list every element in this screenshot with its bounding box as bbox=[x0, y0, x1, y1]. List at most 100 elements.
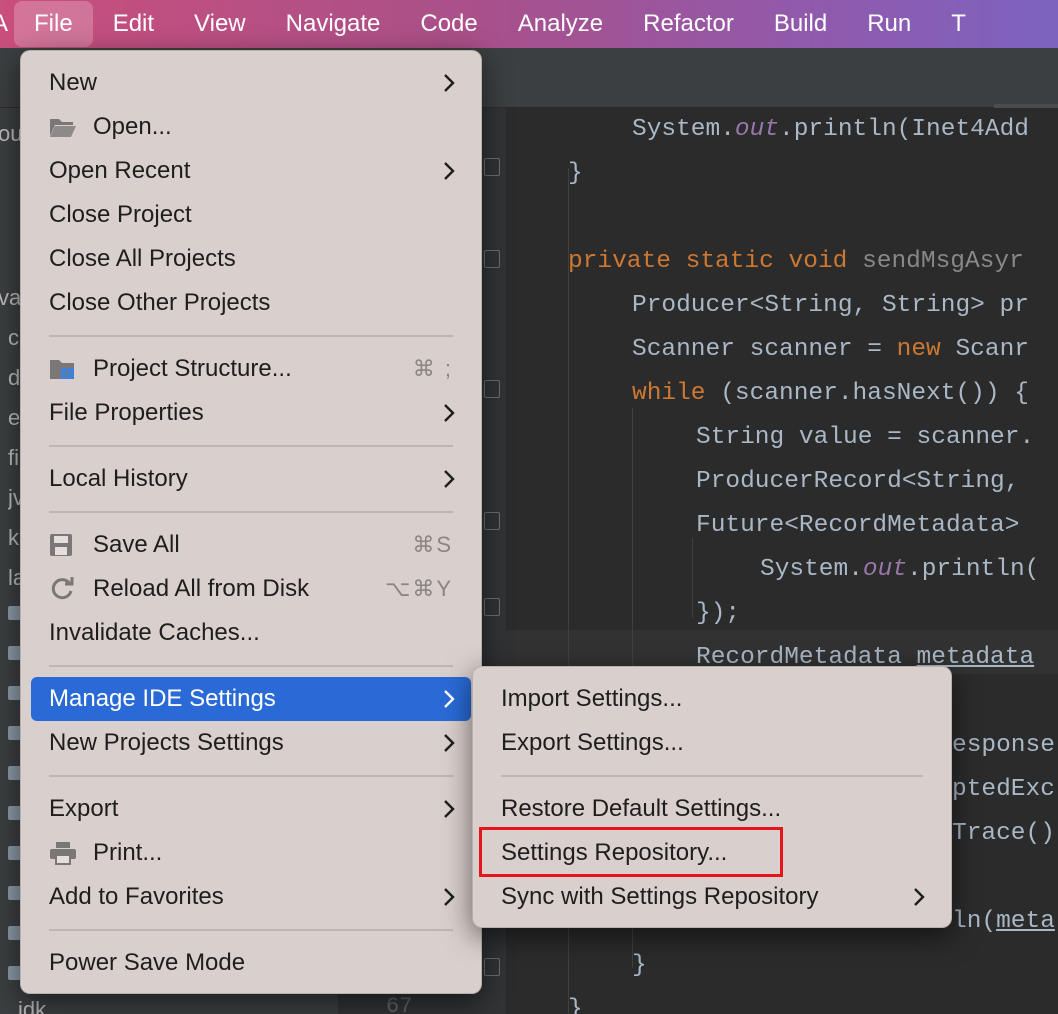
menu-item-label: Manage IDE Settings bbox=[49, 685, 276, 712]
menu-item-restore-default-settings[interactable]: Restore Default Settings... bbox=[483, 787, 941, 831]
chevron-right-icon bbox=[443, 149, 455, 193]
annotation-highlight-box bbox=[479, 827, 783, 877]
menu-item-label: Export Settings... bbox=[501, 729, 684, 756]
menu-item-label: Project Structure... bbox=[93, 355, 292, 382]
fold-marker-icon[interactable] bbox=[484, 598, 500, 616]
menu-file[interactable]: File bbox=[14, 1, 93, 47]
menu-item-shortcut: ⌘S bbox=[412, 532, 453, 557]
menu-item-export[interactable]: Export bbox=[31, 787, 471, 831]
code-line: Future<RecordMetadata> bbox=[696, 512, 1035, 539]
menu-item-open[interactable]: Open... bbox=[31, 105, 471, 149]
menu-code[interactable]: Code bbox=[400, 0, 497, 48]
menu-item-add-to-favorites[interactable]: Add to Favorites bbox=[31, 875, 471, 919]
code-line: while (scanner.hasNext()) { bbox=[632, 380, 1029, 407]
menu-run[interactable]: Run bbox=[847, 0, 931, 48]
menu-separator bbox=[49, 335, 453, 337]
menu-item-print[interactable]: Print... bbox=[31, 831, 471, 875]
menu-item-shortcut: ⌥⌘Y bbox=[384, 576, 453, 601]
project-structure-icon bbox=[49, 355, 83, 383]
chevron-right-icon bbox=[443, 61, 455, 105]
menu-item-power-save-mode[interactable]: Power Save Mode bbox=[31, 941, 471, 985]
code-line: ln(meta bbox=[952, 908, 1055, 935]
menu-tools[interactable]: T bbox=[931, 0, 986, 48]
code-line: private static void sendMsgAsyr bbox=[568, 248, 1024, 275]
menu-item-label: File Properties bbox=[49, 399, 204, 426]
code-line: Producer<String, String> pr bbox=[632, 292, 1029, 319]
reload-icon bbox=[49, 575, 83, 603]
code-line: }); bbox=[696, 600, 741, 627]
menu-item-local-history[interactable]: Local History bbox=[31, 457, 471, 501]
menu-item-label: Add to Favorites bbox=[49, 883, 224, 910]
chevron-right-icon bbox=[443, 677, 455, 721]
fold-marker-icon[interactable] bbox=[484, 958, 500, 976]
menu-item-save-all[interactable]: Save All ⌘S bbox=[31, 523, 471, 567]
save-icon bbox=[49, 531, 83, 559]
chevron-right-icon bbox=[443, 721, 455, 765]
menu-build[interactable]: Build bbox=[754, 0, 847, 48]
code-line: String value = scanner. bbox=[696, 424, 1035, 451]
menu-item-close-project[interactable]: Close Project bbox=[31, 193, 471, 237]
menu-item-open-recent[interactable]: Open Recent bbox=[31, 149, 471, 193]
fold-marker-icon[interactable] bbox=[484, 512, 500, 530]
menu-separator bbox=[49, 929, 453, 931]
menu-item-label: Save All bbox=[93, 531, 180, 558]
menu-item-import-settings[interactable]: Import Settings... bbox=[483, 677, 941, 721]
fold-marker-icon[interactable] bbox=[484, 158, 500, 176]
menu-edit[interactable]: Edit bbox=[93, 0, 174, 48]
menu-item-reload-all-from-disk[interactable]: Reload All from Disk ⌥⌘Y bbox=[31, 567, 471, 611]
menu-item-manage-ide-settings[interactable]: Manage IDE Settings bbox=[31, 677, 471, 721]
menu-separator bbox=[49, 665, 453, 667]
print-icon bbox=[49, 839, 83, 867]
manage-ide-settings-submenu: Import Settings... Export Settings... Re… bbox=[472, 666, 952, 928]
fold-marker-icon[interactable] bbox=[484, 250, 500, 268]
menu-separator bbox=[501, 775, 923, 777]
menu-item-shortcut: ⌘ ; bbox=[412, 356, 453, 381]
file-menu: New Open... Open Recent Close Project Cl… bbox=[20, 50, 482, 994]
menu-item-label: Restore Default Settings... bbox=[501, 795, 782, 822]
menu-item-label: Sync with Settings Repository bbox=[501, 883, 819, 910]
menu-app[interactable]: A bbox=[0, 0, 14, 48]
code-line: } bbox=[568, 996, 583, 1014]
menu-item-close-all-projects[interactable]: Close All Projects bbox=[31, 237, 471, 281]
menu-item-new[interactable]: New bbox=[31, 61, 471, 105]
code-line: System.out.println(Inet4Add bbox=[632, 116, 1029, 143]
menu-item-label: Open Recent bbox=[49, 157, 191, 184]
menu-separator bbox=[49, 445, 453, 447]
menu-item-label: Export bbox=[49, 795, 119, 822]
menu-item-label: Close Other Projects bbox=[49, 289, 271, 316]
chevron-right-icon bbox=[443, 457, 455, 501]
fold-marker-icon[interactable] bbox=[484, 380, 500, 398]
menu-item-project-structure[interactable]: Project Structure... ⌘ ; bbox=[31, 347, 471, 391]
code-line: Trace() bbox=[952, 820, 1055, 847]
menu-item-sync-with-settings-repository[interactable]: Sync with Settings Repository bbox=[483, 875, 941, 919]
code-line: } bbox=[632, 952, 647, 979]
menu-item-close-other-projects[interactable]: Close Other Projects bbox=[31, 281, 471, 325]
code-line: System.out.println( bbox=[760, 556, 1040, 583]
code-line: Scanner scanner = new Scanr bbox=[632, 336, 1029, 363]
menu-analyze[interactable]: Analyze bbox=[498, 0, 623, 48]
menu-item-label: New Projects Settings bbox=[49, 729, 284, 756]
menu-view[interactable]: View bbox=[174, 0, 266, 48]
chevron-right-icon bbox=[443, 391, 455, 435]
chevron-right-icon bbox=[443, 787, 455, 831]
menu-item-file-properties[interactable]: File Properties bbox=[31, 391, 471, 435]
folder-open-icon bbox=[49, 113, 83, 141]
menu-item-export-settings[interactable]: Export Settings... bbox=[483, 721, 941, 765]
menu-item-label: Invalidate Caches... bbox=[49, 619, 260, 646]
menu-item-label: Import Settings... bbox=[501, 685, 683, 712]
menu-separator bbox=[49, 511, 453, 513]
menu-item-label: Local History bbox=[49, 465, 188, 492]
code-line: } bbox=[568, 160, 583, 187]
chevron-right-icon bbox=[913, 875, 925, 919]
menu-item-new-projects-settings[interactable]: New Projects Settings bbox=[31, 721, 471, 765]
menu-item-invalidate-caches[interactable]: Invalidate Caches... bbox=[31, 611, 471, 655]
menu-navigate[interactable]: Navigate bbox=[266, 0, 401, 48]
code-line: ptedExc bbox=[952, 776, 1055, 803]
line-number: 67 bbox=[386, 994, 413, 1014]
menu-item-label: Print... bbox=[93, 839, 163, 866]
indent-guide bbox=[692, 538, 693, 618]
menu-item-label: Open... bbox=[93, 113, 172, 140]
code-line: esponse bbox=[952, 732, 1055, 759]
menu-refactor[interactable]: Refactor bbox=[623, 0, 754, 48]
menu-item-label: Close All Projects bbox=[49, 245, 236, 272]
